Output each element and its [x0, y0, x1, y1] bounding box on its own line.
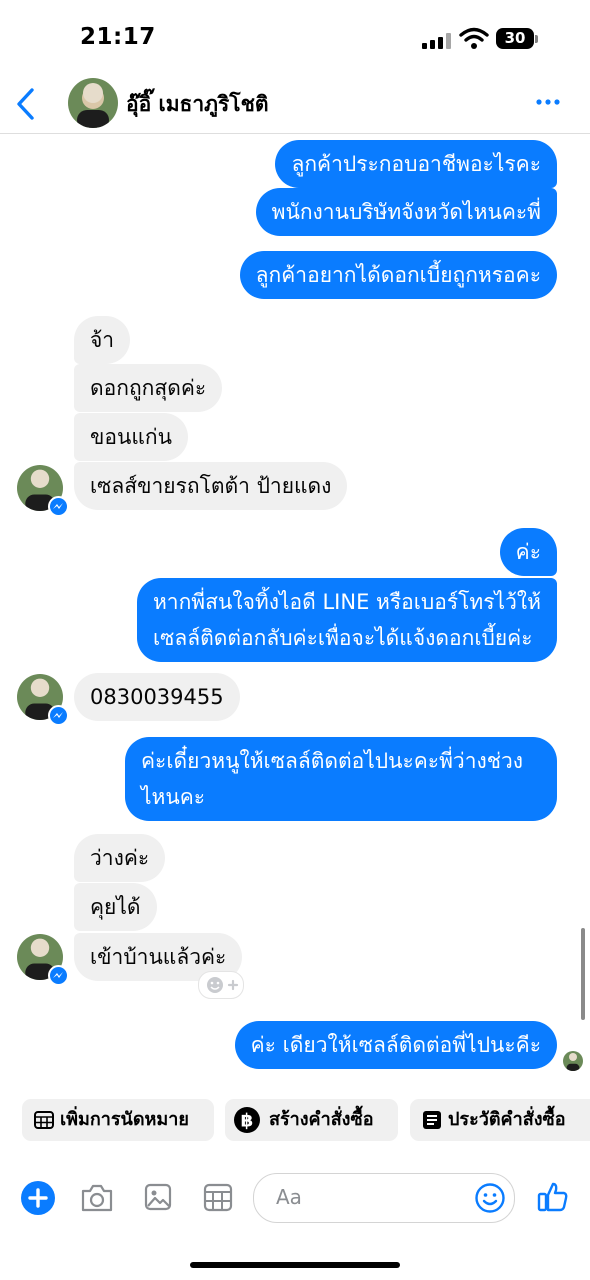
home-indicator[interactable]	[190, 1262, 400, 1268]
message-line: เซลล์ติดต่อกลับค่ะเพื่อจะได้แจ้งดอกเบี้ย…	[152, 626, 533, 650]
sent-message[interactable]: ลูกค้าประกอบอาชีพอะไรคะ	[275, 140, 557, 188]
received-message[interactable]: เซลส์ขายรถโตต้า ป้ายแดง	[74, 462, 348, 510]
svg-text:฿: ฿	[241, 1111, 254, 1132]
add-attachment-button[interactable]	[21, 1181, 55, 1215]
like-thumbs-up-icon[interactable]	[536, 1180, 570, 1214]
calendar-icon	[34, 1111, 54, 1129]
sent-message[interactable]: ค่ะ เดียวให้เซลล์ติดต่อพี่ไปนะคีะ	[234, 1021, 557, 1069]
received-message[interactable]: จ้า	[74, 316, 131, 364]
sent-message-multiline[interactable]: หากพี่สนใจทิ้งไอดี LINE หรือเบอร์โทรไว้ใ…	[136, 578, 557, 662]
status-time: 21:17	[80, 24, 156, 50]
received-message[interactable]: 0830039455	[74, 673, 240, 721]
more-options-icon[interactable]	[535, 92, 561, 112]
camera-icon[interactable]	[80, 1183, 114, 1213]
message-line: หากพี่สนใจทิ้งไอดี LINE หรือเบอร์โทรไว้ใ…	[152, 590, 541, 614]
baht-icon: ฿	[234, 1107, 260, 1133]
plus-icon	[28, 1188, 48, 1208]
received-message[interactable]: ขอนแก่น	[74, 413, 188, 461]
contact-avatar[interactable]	[68, 78, 118, 128]
messenger-badge-icon	[48, 496, 69, 517]
add-reaction-icon	[207, 977, 239, 993]
received-message[interactable]: คุยได้	[74, 883, 157, 931]
emoji-icon[interactable]	[474, 1182, 506, 1214]
messenger-badge-icon	[48, 965, 69, 986]
battery-icon: 30	[496, 28, 534, 49]
chip-label: เพิ่มการนัดหมาย	[60, 1109, 189, 1130]
contact-name[interactable]: อุ๊อิ๊ เมธาภูริโชติ	[126, 88, 268, 121]
battery-tip	[535, 35, 538, 43]
sent-message[interactable]: ลูกค้าอยากได้ดอกเบี้ยถูกหรอคะ	[239, 251, 557, 299]
message-input-placeholder: Aa	[276, 1185, 302, 1209]
message-line: ค่ะเดี๋ยวหนูให้เซลล์ติดต่อไปนะคะพี่ว่างช…	[141, 749, 524, 773]
order-history-button[interactable]: ประวัติคำสั่งซื้อ	[410, 1099, 590, 1141]
read-receipt-avatar	[563, 1051, 583, 1071]
received-message[interactable]: ดอกถูกสุดค่ะ	[74, 364, 223, 412]
received-message[interactable]: ว่างค่ะ	[74, 834, 166, 882]
avatar-photo	[563, 1051, 583, 1071]
gallery-icon[interactable]	[144, 1183, 172, 1211]
add-reaction-button[interactable]	[198, 971, 244, 999]
sent-message[interactable]: พนักงานบริษัทจังหวัดไหนคะพี่	[255, 188, 557, 236]
messenger-badge-icon	[48, 705, 69, 726]
add-appointment-button[interactable]: เพิ่มการนัดหมาย	[22, 1099, 214, 1141]
sent-message[interactable]: ค่ะ	[499, 528, 557, 576]
message-line: ไหนคะ	[141, 785, 206, 809]
cellular-signal-icon	[422, 33, 452, 49]
sent-message-multiline[interactable]: ค่ะเดี๋ยวหนูให้เซลล์ติดต่อไปนะคะพี่ว่างช…	[125, 737, 557, 821]
wifi-icon	[459, 27, 489, 49]
avatar-photo	[68, 78, 118, 128]
header-divider	[0, 133, 590, 134]
chip-label: สร้างคำสั่งซื้อ	[269, 1109, 374, 1130]
scrollbar[interactable]	[581, 928, 585, 1020]
calendar-icon[interactable]	[203, 1182, 233, 1212]
create-order-button[interactable]: ฿ สร้างคำสั่งซื้อ	[225, 1099, 398, 1141]
document-list-icon	[423, 1111, 441, 1129]
chip-label: ประวัติคำสั่งซื้อ	[448, 1109, 566, 1130]
back-arrow-icon[interactable]	[14, 87, 38, 121]
